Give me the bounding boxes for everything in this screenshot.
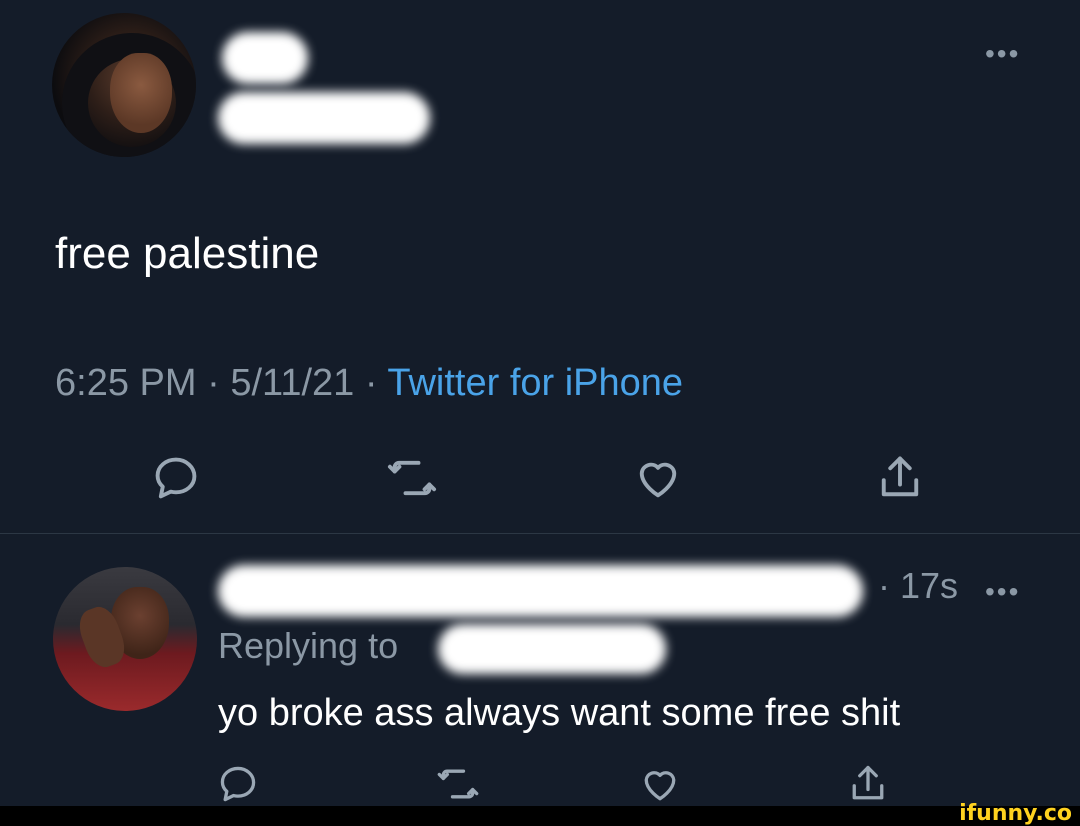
redacted-replier-name <box>218 565 863 617</box>
heart-icon <box>639 462 677 498</box>
reply-button[interactable] <box>216 762 260 806</box>
redacted-display-name <box>222 32 308 84</box>
redacted-reply-target[interactable] <box>438 624 666 674</box>
speech-bubble-icon <box>155 457 197 499</box>
speech-bubble-icon <box>220 766 256 802</box>
retweet-icon <box>437 769 479 799</box>
watermark-bar <box>0 806 1080 826</box>
tweet-screenshot: ••• free palestine 6:25 PM · 5/11/21 · T… <box>0 0 1080 826</box>
ifunny-watermark: ifunny.co <box>959 801 1072 826</box>
replier-avatar[interactable] <box>53 567 197 711</box>
tweet-text: free palestine <box>55 229 320 278</box>
meta-separator: · <box>207 362 220 404</box>
reply-text: yo broke ass always want some free shit <box>218 692 901 734</box>
more-dots-icon[interactable]: ••• <box>985 40 1020 68</box>
retweet-button[interactable] <box>436 762 480 806</box>
tweet-meta: 6:25 PM · 5/11/21 · Twitter for iPhone <box>55 362 683 405</box>
like-button[interactable] <box>632 452 684 504</box>
share-button[interactable] <box>846 762 890 806</box>
tweet-source-link[interactable]: Twitter for iPhone <box>387 362 683 404</box>
tweet-time: 6:25 PM <box>55 362 197 404</box>
share-button[interactable] <box>874 452 926 504</box>
share-icon <box>881 456 919 497</box>
tweet-date: 5/11/21 <box>230 362 355 404</box>
reply-timestamp: · 17s <box>878 565 959 606</box>
replying-to-label: Replying to <box>218 625 399 666</box>
share-icon <box>852 765 884 800</box>
tweet-divider <box>0 533 1080 534</box>
author-avatar[interactable] <box>52 13 196 157</box>
retweet-button[interactable] <box>386 452 438 504</box>
reply-button[interactable] <box>150 452 202 504</box>
meta-separator: · <box>364 362 378 404</box>
more-dots-icon[interactable]: ••• <box>985 578 1020 606</box>
like-button[interactable] <box>638 762 682 806</box>
heart-icon <box>644 771 676 801</box>
redacted-username <box>218 92 430 144</box>
retweet-icon <box>387 460 437 496</box>
